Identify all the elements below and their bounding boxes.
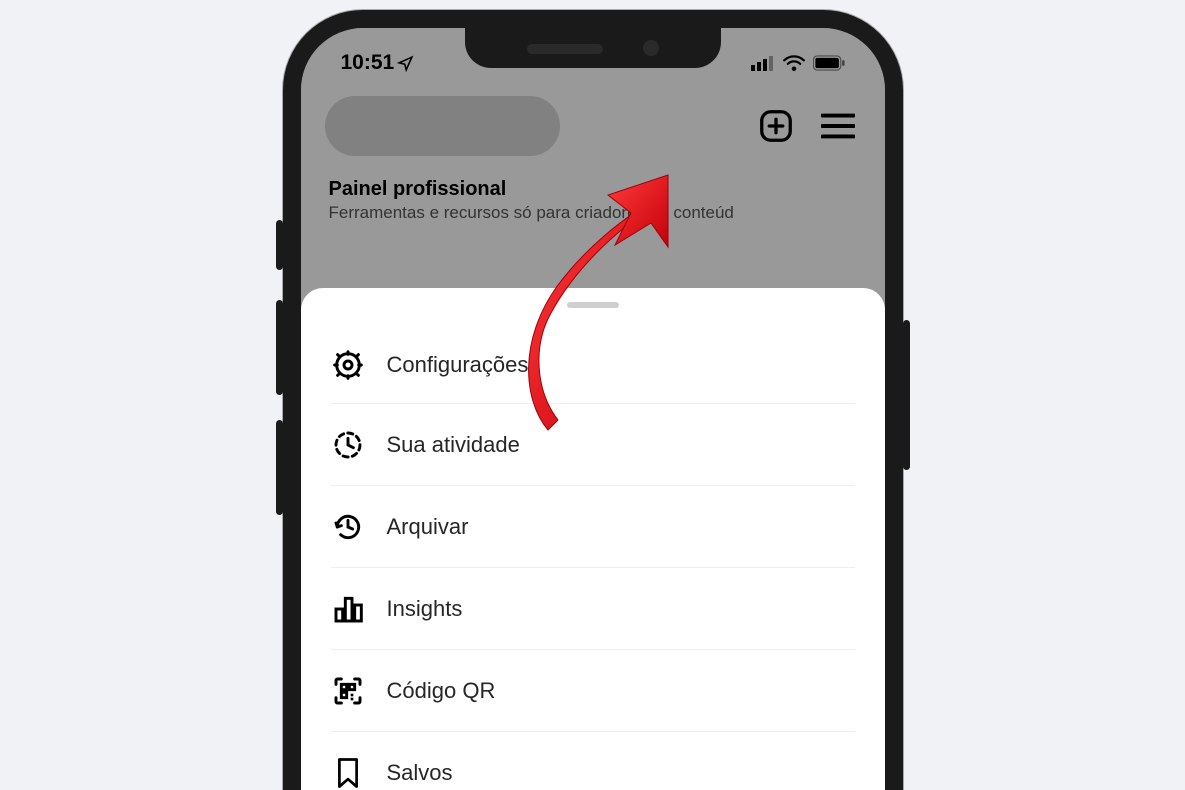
hamburger-menu-button[interactable]: [815, 103, 861, 149]
activity-clock-icon: [331, 428, 365, 462]
dashboard-title: Painel profissional: [329, 178, 857, 201]
phone-volume-down: [276, 420, 283, 515]
qr-code-icon: [331, 674, 365, 708]
phone-side-button: [276, 220, 283, 270]
menu-item-archive[interactable]: Arquivar: [331, 486, 855, 568]
phone-volume-up: [276, 300, 283, 395]
settings-bottom-sheet: Configurações Sua atividade: [301, 288, 885, 790]
phone-device-frame: 10:51: [283, 10, 903, 790]
bar-chart-icon: [331, 592, 365, 626]
menu-item-insights[interactable]: Insights: [331, 568, 855, 650]
status-time: 10:51: [341, 51, 415, 75]
menu-item-label: Insights: [387, 596, 463, 622]
status-indicators: [751, 55, 853, 71]
menu-item-label: Configurações: [387, 352, 529, 378]
archive-history-icon: [331, 510, 365, 544]
username-redacted: [325, 96, 560, 156]
wifi-icon: [783, 55, 805, 71]
bookmark-icon: [331, 756, 365, 790]
menu-list: Configurações Sua atividade: [301, 326, 885, 790]
menu-item-label: Código QR: [387, 678, 496, 704]
dashboard-subtitle: Ferramentas e recursos só para criadores…: [329, 203, 857, 223]
time-text: 10:51: [341, 51, 395, 75]
gear-icon: [331, 348, 365, 382]
battery-icon: [813, 55, 845, 71]
menu-item-label: Arquivar: [387, 514, 469, 540]
menu-item-activity[interactable]: Sua atividade: [331, 404, 855, 486]
plus-square-icon: [758, 108, 794, 144]
menu-item-label: Sua atividade: [387, 432, 520, 458]
menu-item-qr-code[interactable]: Código QR: [331, 650, 855, 732]
location-arrow-icon: [397, 55, 414, 72]
phone-screen: 10:51: [301, 28, 885, 790]
phone-power-button: [903, 320, 910, 470]
menu-item-settings[interactable]: Configurações: [331, 326, 855, 404]
menu-item-saved[interactable]: Salvos: [331, 732, 855, 790]
hamburger-icon: [821, 112, 855, 140]
phone-notch: [465, 28, 721, 68]
cellular-signal-icon: [751, 55, 775, 71]
sheet-grabber[interactable]: [567, 302, 619, 308]
menu-item-label: Salvos: [387, 760, 453, 786]
profile-header: [301, 88, 885, 164]
create-post-button[interactable]: [753, 103, 799, 149]
